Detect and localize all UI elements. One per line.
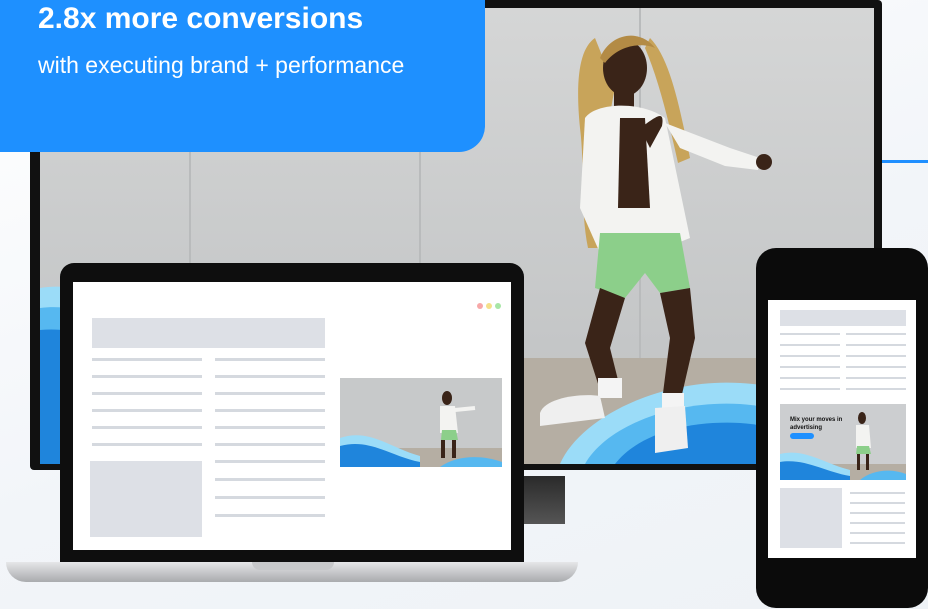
text-line: [92, 358, 202, 361]
text-line: [92, 409, 202, 412]
window-dot-red: [477, 303, 483, 309]
text-line: [850, 522, 905, 524]
text-line: [846, 355, 906, 357]
text-line: [780, 355, 840, 357]
text-line: [780, 366, 840, 368]
text-line: [215, 443, 325, 446]
text-line: [215, 478, 325, 481]
badge-subtitle: with executing brand + performance: [38, 52, 405, 78]
text-line: [215, 409, 325, 412]
phone-image-placeholder: [780, 488, 842, 548]
text-line: [215, 496, 325, 499]
text-line: [780, 344, 840, 346]
text-line: [846, 366, 906, 368]
text-line: [850, 542, 905, 544]
phone-ad-headline: Mix your moves in advertising: [790, 417, 843, 431]
text-line: [846, 333, 906, 335]
text-line: [780, 377, 840, 379]
laptop-header-block: [92, 318, 325, 348]
tv-stand: [519, 476, 565, 524]
text-line: [215, 426, 325, 429]
text-line: [850, 502, 905, 504]
text-line: [780, 333, 840, 335]
text-line: [215, 460, 325, 463]
text-line: [780, 388, 840, 390]
text-line: [850, 512, 905, 514]
window-dot-yellow: [486, 303, 492, 309]
text-line: [846, 388, 906, 390]
text-line: [215, 514, 325, 517]
laptop-ad-image: [340, 378, 502, 467]
text-line: [850, 492, 905, 494]
text-line: [846, 344, 906, 346]
text-line: [92, 426, 202, 429]
text-line: [215, 392, 325, 395]
text-line: [92, 375, 202, 378]
badge-title: 2.8x more conversions: [38, 2, 364, 35]
accent-line: [882, 160, 928, 163]
laptop-image-placeholder: [90, 461, 202, 537]
laptop-notch: [252, 562, 334, 570]
text-line: [846, 377, 906, 379]
phone-ad-cta-button[interactable]: [790, 433, 814, 439]
text-line: [92, 392, 202, 395]
text-line: [215, 375, 325, 378]
text-line: [215, 358, 325, 361]
phone-header-block: [780, 310, 906, 326]
text-line: [92, 443, 202, 446]
text-line: [850, 532, 905, 534]
window-dot-green: [495, 303, 501, 309]
